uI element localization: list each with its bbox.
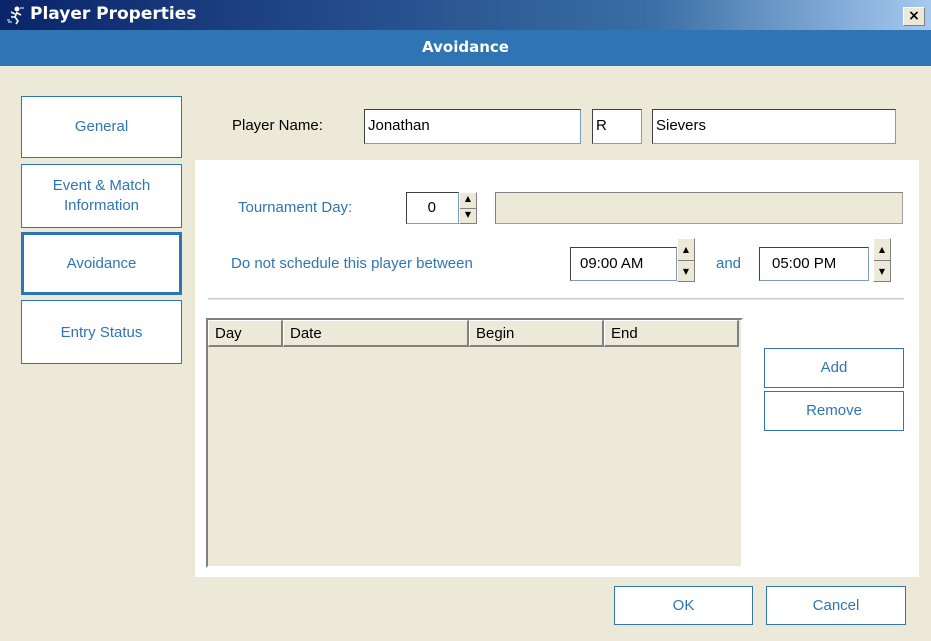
section-title: Avoidance [422, 38, 509, 56]
sidebar-item-label: Avoidance [66, 254, 137, 272]
add-button[interactable]: Add [764, 348, 904, 388]
sidebar-item-label-line2: Information [63, 197, 140, 214]
cancel-button[interactable]: Cancel [766, 586, 906, 625]
tournament-day-stepper[interactable]: ▲ ▼ [459, 192, 477, 224]
divider [208, 298, 904, 300]
player-name-label: Player Name: [232, 117, 323, 134]
sidebar-item-general[interactable]: General [21, 96, 182, 158]
avoid-end-time-stepper[interactable]: ▲ ▼ [873, 238, 891, 282]
remove-button[interactable]: Remove [764, 391, 904, 431]
close-button[interactable]: × [903, 7, 925, 26]
spin-down-icon[interactable]: ▼ [460, 209, 476, 224]
player-properties-icon [7, 6, 24, 25]
window-title: Player Properties [30, 4, 197, 24]
spin-up-icon[interactable]: ▲ [678, 239, 694, 261]
tournament-day-description [495, 192, 903, 224]
sidebar-item-avoidance[interactable]: Avoidance [21, 232, 182, 295]
spin-down-icon[interactable]: ▼ [678, 261, 694, 282]
sidebar-item-label: General [74, 118, 129, 135]
avoid-end-time-field[interactable]: 05:00 PM [759, 247, 869, 281]
column-header-day[interactable]: Day [208, 320, 283, 347]
sidebar-item-event-match-information[interactable]: Event & Match Information [21, 164, 182, 228]
tournament-day-input[interactable]: 0 [406, 192, 459, 224]
column-header-end[interactable]: End [604, 320, 739, 347]
tournament-day-label: Tournament Day: [238, 199, 353, 216]
spin-up-icon[interactable]: ▲ [460, 193, 476, 209]
sidebar-item-label: Entry Status [60, 324, 143, 341]
avoid-start-time-field[interactable]: 09:00 AM [570, 247, 677, 281]
column-header-begin[interactable]: Begin [469, 320, 604, 347]
column-header-date[interactable]: Date [283, 320, 469, 347]
avoid-start-time-stepper[interactable]: ▲ ▼ [677, 238, 695, 282]
sidebar-item-label-line1: Event & Match [52, 177, 151, 194]
first-name-field[interactable]: Jonathan [364, 109, 581, 144]
middle-initial-field[interactable]: R [592, 109, 642, 144]
avoid-range-label: Do not schedule this player between [231, 255, 473, 272]
last-name-field[interactable]: Sievers [652, 109, 896, 144]
avoidance-table[interactable] [206, 318, 743, 568]
ok-button[interactable]: OK [614, 586, 753, 625]
spin-down-icon[interactable]: ▼ [874, 261, 890, 282]
sidebar-item-entry-status[interactable]: Entry Status [21, 300, 182, 364]
and-label: and [716, 255, 742, 272]
spin-up-icon[interactable]: ▲ [874, 239, 890, 261]
